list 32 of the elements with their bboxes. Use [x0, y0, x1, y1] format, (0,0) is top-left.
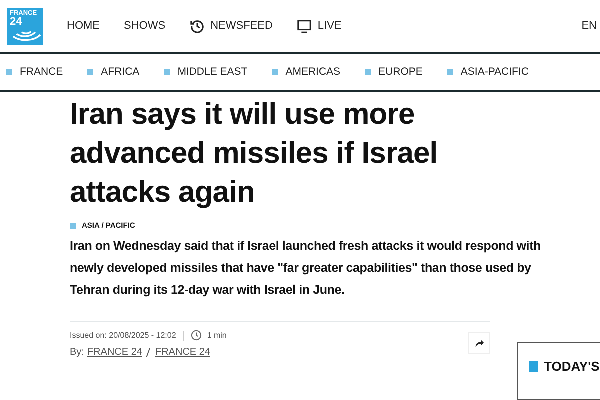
category-link[interactable]: MIDDLE EAST	[164, 66, 248, 78]
tv-icon	[296, 18, 312, 34]
issued-date: Issued on: 20/08/2025 - 12:02	[70, 331, 176, 340]
read-time: 1 min	[207, 331, 227, 340]
bullet-icon	[446, 69, 453, 75]
nav-link[interactable]: HOME	[67, 18, 100, 34]
category-link[interactable]: EUROPE	[364, 66, 423, 78]
nav-link[interactable]: NEWSFEED	[190, 18, 273, 34]
history-icon	[190, 18, 205, 34]
bullet-icon	[272, 69, 278, 75]
byline-label: By:	[70, 347, 84, 358]
bullet-icon	[6, 69, 12, 75]
language-link[interactable]: EN	[582, 20, 597, 32]
category-link[interactable]: FRANCE	[6, 66, 64, 78]
category-link[interactable]: AFRICA	[87, 66, 140, 78]
category-link[interactable]: ASIA-PACIFIC	[446, 66, 529, 78]
bullet-icon	[364, 69, 371, 75]
nav-link[interactable]: LIVE	[296, 18, 342, 34]
bullet-icon	[529, 361, 538, 372]
clock-icon	[191, 330, 202, 341]
category-link[interactable]: AMERICAS	[272, 66, 341, 78]
author-link[interactable]: FRANCE 24	[87, 347, 142, 358]
lead-paragraph: Iran on Wednesday said that if Israel launched fresh attacks it would respond with newly developed missiles that have "far greater capabilities" than those used by Tehran during its 12-day war with Israel in June.	[70, 238, 542, 299]
bullet-icon	[164, 69, 170, 75]
nav-link[interactable]: SHOWS	[124, 18, 166, 34]
share-icon	[474, 338, 484, 348]
author-link[interactable]: FRANCE 24	[155, 347, 210, 358]
sidebar-title: TODAY'S	[544, 359, 600, 374]
share-button[interactable]	[468, 332, 490, 354]
bullet-icon	[70, 222, 76, 228]
bullet-icon	[87, 69, 94, 75]
headline: Iran says it will use more advanced missiles if Israel attacks again	[70, 97, 439, 211]
